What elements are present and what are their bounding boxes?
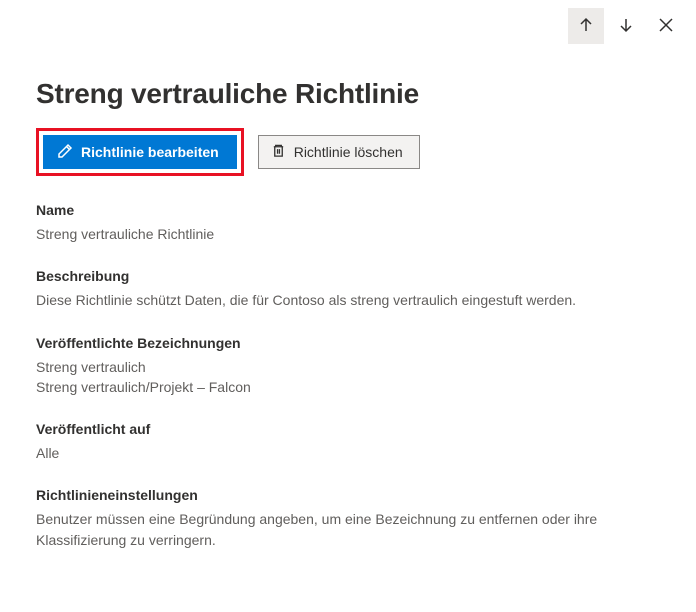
close-button[interactable] — [648, 8, 684, 44]
section-published-to: Veröffentlicht auf Alle — [36, 421, 696, 463]
published-labels-value-1: Streng vertraulich/Projekt – Falcon — [36, 377, 660, 397]
description-value: Diese Richtlinie schützt Daten, die für … — [36, 290, 660, 310]
name-label: Name — [36, 202, 660, 218]
section-description: Beschreibung Diese Richtlinie schützt Da… — [36, 268, 696, 310]
move-up-button[interactable] — [568, 8, 604, 44]
delete-policy-label: Richtlinie löschen — [294, 144, 403, 160]
pencil-icon — [57, 143, 73, 162]
action-row: Richtlinie bearbeiten Richtlinie löschen — [36, 128, 696, 176]
trash-icon — [271, 143, 286, 161]
section-published-labels: Veröffentlichte Bezeichnungen Streng ver… — [36, 335, 696, 398]
edit-policy-label: Richtlinie bearbeiten — [81, 144, 219, 160]
policy-settings-label: Richtlinieneinstellungen — [36, 487, 660, 503]
name-value: Streng vertrauliche Richtlinie — [36, 224, 660, 244]
section-policy-settings: Richtlinieneinstellungen Benutzer müssen… — [36, 487, 696, 550]
delete-policy-button[interactable]: Richtlinie löschen — [258, 135, 420, 169]
highlight-annotation: Richtlinie bearbeiten — [36, 128, 244, 176]
published-to-value: Alle — [36, 443, 660, 463]
panel-header-controls — [568, 8, 684, 44]
arrow-up-icon — [578, 17, 594, 36]
published-labels-value-0: Streng vertraulich — [36, 357, 660, 377]
published-to-label: Veröffentlicht auf — [36, 421, 660, 437]
policy-settings-value: Benutzer müssen eine Begründung angeben,… — [36, 509, 660, 550]
arrow-down-icon — [618, 17, 634, 36]
edit-policy-button[interactable]: Richtlinie bearbeiten — [43, 135, 237, 169]
move-down-button[interactable] — [608, 8, 644, 44]
section-name: Name Streng vertrauliche Richtlinie — [36, 202, 696, 244]
description-label: Beschreibung — [36, 268, 660, 284]
published-labels-label: Veröffentlichte Bezeichnungen — [36, 335, 660, 351]
close-icon — [659, 18, 673, 35]
